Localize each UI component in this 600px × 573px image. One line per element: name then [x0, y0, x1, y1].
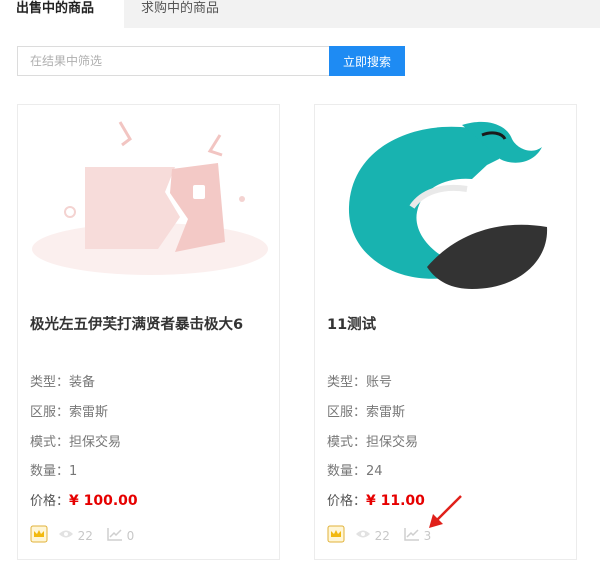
broken-image-placeholder-icon — [30, 117, 270, 295]
annotation-arrow-icon — [429, 495, 462, 528]
quantity-field: 数量：1 — [30, 464, 78, 479]
game-logo-icon — [327, 117, 567, 295]
mode-field: 模式：担保交易 — [327, 435, 419, 450]
mode-field: 模式：担保交易 — [30, 435, 122, 450]
product-title[interactable]: 极光左五伊芙打满贤者暴击极大6 — [30, 313, 275, 334]
tab-wanted[interactable]: 求购中的商品 — [141, 0, 219, 28]
card-stats: 22 0 — [30, 525, 134, 547]
price-field: 价格：¥ 100.00 — [30, 493, 138, 509]
quantity-field: 数量：24 — [327, 464, 383, 479]
tab-bar: 出售中的商品 求购中的商品 — [0, 0, 600, 28]
tab-on-sale[interactable]: 出售中的商品 — [0, 0, 124, 28]
crown-badge-icon — [327, 525, 345, 546]
type-field: 类型：装备 — [30, 375, 96, 390]
filter-input[interactable] — [17, 46, 329, 76]
eye-icon — [58, 528, 74, 543]
views-count: 22 — [374, 528, 390, 543]
trend-chart-icon — [107, 527, 123, 544]
price-value: ¥ 11.00 — [366, 493, 425, 509]
crown-badge-icon — [30, 525, 48, 546]
server-field: 区服：索雷斯 — [327, 405, 406, 420]
product-title[interactable]: 11测试 — [327, 313, 572, 334]
eye-icon — [355, 528, 371, 543]
search-button[interactable]: 立即搜索 — [329, 46, 405, 76]
type-field: 类型：账号 — [327, 375, 393, 390]
trend-count: 0 — [126, 528, 135, 543]
trend-chart-icon — [404, 527, 420, 544]
views-count: 22 — [77, 528, 93, 543]
price-field: 价格：¥ 11.00 — [327, 493, 425, 509]
product-card[interactable]: 极光左五伊芙打满贤者暴击极大6 类型：装备 区服：索雷斯 模式：担保交易 数量：… — [17, 104, 280, 560]
server-field: 区服：索雷斯 — [30, 405, 109, 420]
price-value: ¥ 100.00 — [69, 493, 138, 509]
card-stats: 22 3 — [327, 525, 431, 547]
